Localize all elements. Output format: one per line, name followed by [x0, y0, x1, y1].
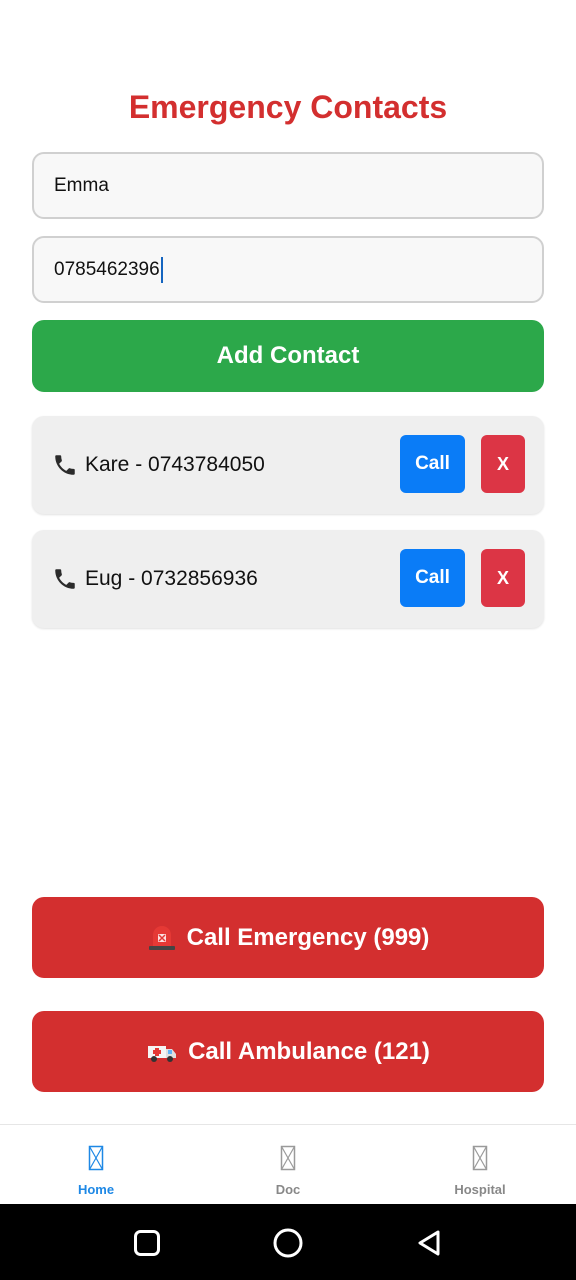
contact-item: Eug - 0732856936 Call X — [32, 530, 544, 628]
add-contact-button[interactable]: Add Contact — [32, 320, 544, 392]
call-contact-button[interactable]: Call — [400, 549, 465, 607]
call-contact-button[interactable]: Call — [400, 435, 465, 493]
phone-input[interactable]: 0785462396 — [32, 236, 544, 303]
system-navigation-bar — [0, 1204, 576, 1280]
tab-doc-label: Doc — [275, 1182, 301, 1197]
call-ambulance-label: Call Ambulance (121) — [188, 1037, 430, 1065]
name-input[interactable]: Emma — [32, 152, 544, 219]
missing-glyph-icon — [280, 1145, 296, 1171]
bottom-tab-bar: Home Doc Hospital — [0, 1124, 576, 1205]
tab-hospital[interactable]: Hospital — [384, 1125, 576, 1205]
missing-glyph-icon — [472, 1145, 488, 1171]
home-circle-icon[interactable] — [272, 1227, 304, 1259]
ambulance-icon — [148, 1045, 177, 1062]
missing-glyph-icon — [88, 1145, 104, 1171]
delete-contact-button[interactable]: X — [481, 549, 525, 607]
delete-contact-button[interactable]: X — [481, 435, 525, 493]
call-emergency-button[interactable]: Call Emergency (999) — [32, 897, 544, 978]
contact-item: Kare - 0743784050 Call X — [32, 416, 544, 514]
tab-home-label: Home — [77, 1182, 115, 1197]
tab-home[interactable]: Home — [0, 1125, 192, 1205]
tab-hospital-label: Hospital — [454, 1182, 506, 1197]
page-title: Emergency Contacts — [128, 89, 448, 125]
recent-apps-icon[interactable] — [133, 1229, 161, 1257]
back-triangle-icon[interactable] — [414, 1228, 444, 1258]
contact-label: Eug - 0732856936 — [85, 567, 258, 590]
phone-icon — [55, 569, 75, 589]
tab-doc[interactable]: Doc — [192, 1125, 384, 1205]
phone-icon — [55, 455, 75, 475]
text-cursor — [160, 256, 163, 283]
call-emergency-label: Call Emergency (999) — [186, 923, 430, 951]
call-ambulance-button[interactable]: Call Ambulance (121) — [32, 1011, 544, 1092]
name-input-value: Emma — [54, 174, 109, 196]
contact-label: Kare - 0743784050 — [85, 453, 265, 476]
phone-input-value: 0785462396 — [54, 258, 160, 280]
siren-icon — [148, 925, 175, 950]
